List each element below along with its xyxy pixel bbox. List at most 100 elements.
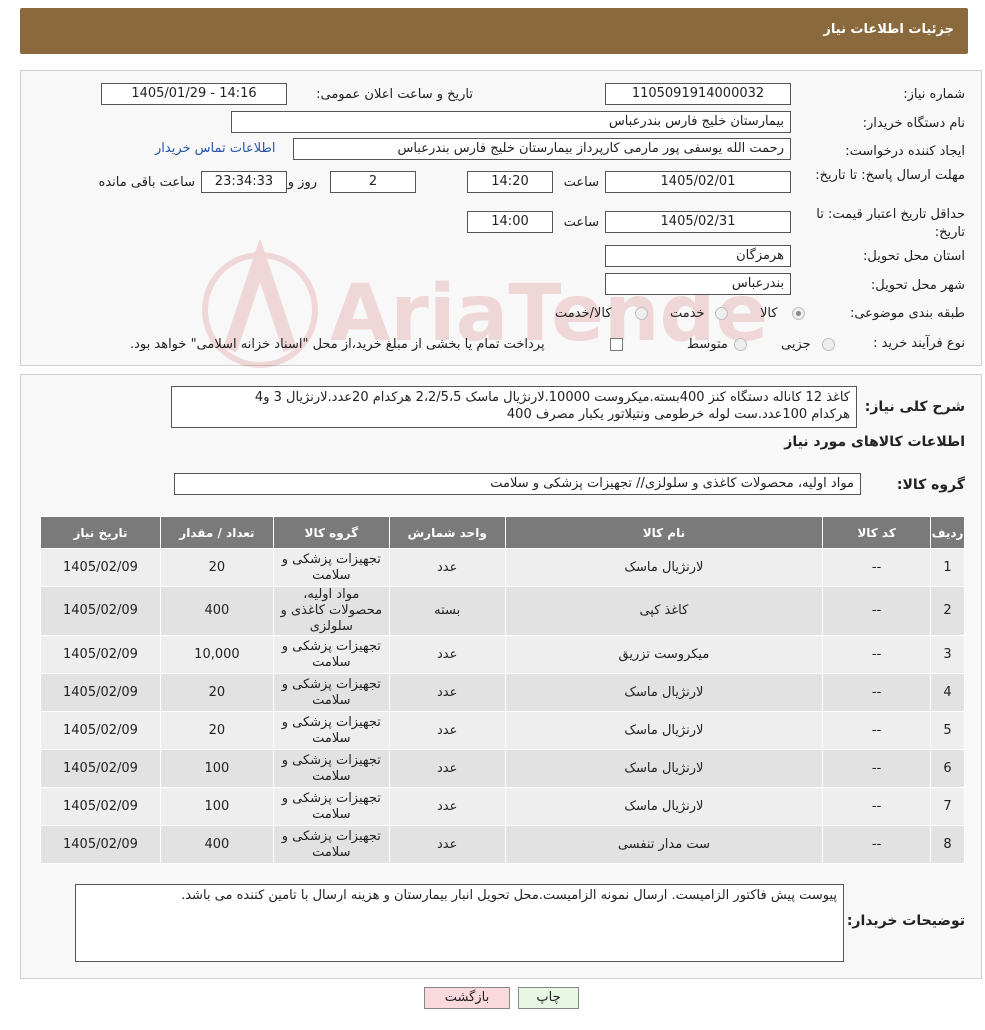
- need-number-field: 1105091914000032: [605, 83, 791, 105]
- cell-qty: 100: [159, 787, 274, 826]
- creator-label: ایجاد کننده درخواست:: [845, 144, 965, 159]
- cell-name: ست مدار تنفسی: [504, 825, 824, 864]
- remaining-label: ساعت باقی مانده: [98, 175, 195, 190]
- cell-group: تجهیزات پزشکی و سلامت: [272, 787, 390, 826]
- cell-row: 4: [930, 673, 965, 712]
- treasury-checkbox[interactable]: [610, 338, 623, 351]
- goods-section-title: اطلاعات کالاهای مورد نیاز: [784, 434, 965, 450]
- table-header-row: ردیف کد کالا نام کالا واحد شمارش گروه کا…: [40, 516, 965, 549]
- cell-unit: عدد: [388, 711, 506, 750]
- category-label: طبقه بندی موضوعی:: [849, 306, 965, 321]
- process-option-medium: متوسط: [687, 337, 728, 352]
- cell-date: 1405/02/09: [40, 635, 161, 674]
- goods-table: ردیف کد کالا نام کالا واحد شمارش گروه کا…: [40, 516, 965, 864]
- process-option-partial: جزیی: [781, 337, 811, 352]
- validity-label: حداقل تاریخ اعتبار قیمت: تا تاریخ:: [816, 207, 965, 240]
- cell-name: لارنژیال ماسک: [504, 548, 824, 587]
- cell-group: تجهیزات پزشکی و سلامت: [272, 825, 390, 864]
- process-radio-medium[interactable]: [734, 338, 747, 351]
- col-name: نام کالا: [504, 516, 824, 549]
- cell-code: --: [822, 749, 932, 788]
- process-radio-partial[interactable]: [822, 338, 835, 351]
- cell-row: 5: [930, 711, 965, 750]
- table-row: 8 -- ست مدار تنفسی عدد تجهیزات پزشکی و سلامت…: [40, 825, 965, 864]
- category-option-goods-service: کالا/خدمت: [555, 306, 612, 321]
- cell-date: 1405/02/09: [40, 548, 161, 587]
- buyer-notes-field: پیوست پیش فاکتور الزامیست. ارسال نمونه ا…: [75, 884, 844, 962]
- cell-qty: 100: [159, 749, 274, 788]
- days-field: 2: [330, 171, 416, 193]
- cell-row: 8: [930, 825, 965, 864]
- table-row: 2 -- کاغذ کپی بسته مواد اولیه، محصولات کاغذی…: [40, 586, 965, 636]
- summary-label: شرح کلی نیاز:: [864, 399, 965, 415]
- category-radio-goods[interactable]: [792, 307, 805, 320]
- cell-date: 1405/02/09: [40, 673, 161, 712]
- cell-name: لارنژیال ماسک: [504, 673, 824, 712]
- announce-field: 1405/01/29 - 14:16: [101, 83, 287, 105]
- cell-code: --: [822, 787, 932, 826]
- cell-code: --: [822, 586, 932, 636]
- deadline-label: مهلت ارسال پاسخ: تا تاریخ:: [815, 168, 965, 183]
- cell-group: تجهیزات پزشکی و سلامت: [272, 635, 390, 674]
- cell-row: 6: [930, 749, 965, 788]
- cell-row: 1: [930, 548, 965, 587]
- announce-label: تاریخ و ساعت اعلان عمومی:: [316, 87, 473, 102]
- cell-qty: 400: [159, 586, 274, 636]
- buyer-notes-label: توضیحات خریدار:: [846, 913, 965, 929]
- cell-name: لارنژیال ماسک: [504, 787, 824, 826]
- cell-row: 7: [930, 787, 965, 826]
- table-row: 1 -- لارنژیال ماسک عدد تجهیزات پزشکی و سلامت…: [40, 548, 965, 587]
- cell-qty: 20: [159, 548, 274, 587]
- deadline-time-label: ساعت: [563, 175, 599, 190]
- cell-qty: 400: [159, 825, 274, 864]
- cell-group: تجهیزات پزشکی و سلامت: [272, 548, 390, 587]
- cell-code: --: [822, 825, 932, 864]
- summary-line-2: هرکدام 100عدد.ست لوله خرطومی ونتیلاتور ی…: [506, 407, 850, 422]
- cell-unit: عدد: [388, 548, 506, 587]
- back-button[interactable]: بازگشت: [424, 987, 510, 1009]
- cell-row: 3: [930, 635, 965, 674]
- col-unit: واحد شمارش: [388, 516, 506, 549]
- buyer-org-label: نام دستگاه خریدار:: [862, 116, 965, 131]
- deadline-time-field: 14:20: [467, 171, 553, 193]
- cell-date: 1405/02/09: [40, 586, 161, 636]
- cell-date: 1405/02/09: [40, 749, 161, 788]
- cell-name: لارنژیال ماسک: [504, 711, 824, 750]
- cell-qty: 10,000: [159, 635, 274, 674]
- table-row: 5 -- لارنژیال ماسک عدد تجهیزات پزشکی و سلامت…: [40, 711, 965, 750]
- cell-unit: عدد: [388, 749, 506, 788]
- cell-code: --: [822, 635, 932, 674]
- col-date: تاریخ نیاز: [40, 516, 161, 549]
- city-field: بندرعباس: [605, 273, 791, 295]
- buyer-org-field: بیمارستان خلیج فارس بندرعباس: [231, 111, 791, 133]
- days-label: روز و: [287, 175, 317, 190]
- cell-unit: عدد: [388, 673, 506, 712]
- province-field: هرمزگان: [605, 245, 791, 267]
- cell-name: لارنژیال ماسک: [504, 749, 824, 788]
- print-button[interactable]: چاپ: [518, 987, 579, 1009]
- col-qty: تعداد / مقدار: [159, 516, 274, 549]
- cell-date: 1405/02/09: [40, 825, 161, 864]
- category-radio-goods-service[interactable]: [635, 307, 648, 320]
- col-row: ردیف: [930, 516, 965, 549]
- buyer-contact-link[interactable]: اطلاعات تماس خریدار: [155, 141, 275, 156]
- category-option-goods: کالا: [760, 306, 778, 321]
- remaining-time-field: 23:34:33: [201, 171, 287, 193]
- cell-unit: بسته: [388, 586, 506, 636]
- cell-unit: عدد: [388, 787, 506, 826]
- treasury-note: پرداخت تمام یا بخشی از مبلغ خرید،از محل …: [130, 337, 545, 352]
- category-radio-service[interactable]: [715, 307, 728, 320]
- city-label: شهر محل تحویل:: [870, 278, 965, 293]
- cell-group: تجهیزات پزشکی و سلامت: [272, 711, 390, 750]
- cell-group: مواد اولیه، محصولات کاغذی و سلولزی: [272, 586, 390, 636]
- creator-field: رحمت الله یوسفی پور مارمی کارپرداز بیمار…: [293, 138, 791, 160]
- cell-date: 1405/02/09: [40, 787, 161, 826]
- goods-group-label: گروه کالا:: [896, 477, 965, 493]
- cell-group: تجهیزات پزشکی و سلامت: [272, 749, 390, 788]
- cell-code: --: [822, 711, 932, 750]
- validity-time-field: 14:00: [467, 211, 553, 233]
- cell-code: --: [822, 673, 932, 712]
- col-group: گروه کالا: [272, 516, 390, 549]
- process-label: نوع فرآیند خرید :: [873, 336, 965, 351]
- table-row: 4 -- لارنژیال ماسک عدد تجهیزات پزشکی و سلامت…: [40, 673, 965, 712]
